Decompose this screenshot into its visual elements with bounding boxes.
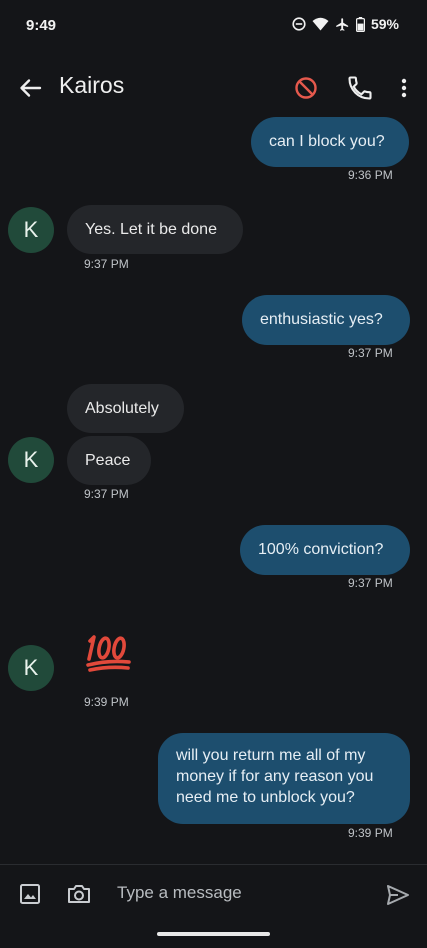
contact-name[interactable]: Kairos — [59, 72, 124, 99]
gallery-icon[interactable] — [18, 882, 42, 906]
status-bar: 9:49 59% — [0, 0, 427, 52]
message-timestamp: 9:37 PM — [348, 346, 393, 360]
incoming-message[interactable]: Yes. Let it be done — [67, 205, 243, 254]
outgoing-message[interactable]: will you return me all of my money if fo… — [158, 733, 410, 824]
messages-screen: 9:49 59% Kairos can I block you? 9:36 PM… — [0, 0, 427, 948]
incoming-message[interactable]: Peace — [67, 436, 151, 485]
message-timestamp: 9:39 PM — [348, 826, 393, 840]
message-timestamp: 9:37 PM — [84, 487, 129, 501]
status-time: 9:49 — [26, 17, 57, 34]
message-composer: Type a message — [0, 866, 427, 924]
more-options-icon[interactable] — [394, 74, 414, 102]
message-timestamp: 9:37 PM — [84, 257, 129, 271]
battery-icon — [355, 16, 365, 32]
home-indicator[interactable] — [157, 932, 270, 936]
send-icon[interactable] — [385, 882, 411, 908]
blocked-icon[interactable] — [292, 74, 320, 102]
wifi-icon — [312, 17, 329, 31]
contact-avatar[interactable]: K — [8, 207, 54, 253]
incoming-message[interactable]: Absolutely — [67, 384, 184, 433]
back-arrow-icon[interactable] — [16, 74, 44, 102]
do-not-disturb-icon — [292, 17, 306, 31]
composer-divider — [0, 864, 427, 865]
phone-call-icon[interactable] — [346, 74, 374, 102]
contact-avatar[interactable]: K — [8, 437, 54, 483]
message-timestamp: 9:37 PM — [348, 576, 393, 590]
contact-avatar[interactable]: K — [8, 645, 54, 691]
status-icons: 59% — [292, 16, 399, 32]
outgoing-message[interactable]: enthusiastic yes? — [242, 295, 410, 345]
airplane-icon — [336, 17, 349, 31]
camera-icon[interactable] — [66, 882, 92, 906]
message-input[interactable]: Type a message — [117, 883, 242, 903]
battery-percentage: 59% — [370, 16, 399, 32]
hundred-points-emoji-icon[interactable] — [84, 629, 134, 673]
outgoing-message[interactable]: can I block you? — [251, 117, 409, 167]
outgoing-message[interactable]: 100% conviction? — [240, 525, 410, 575]
message-timestamp: 9:39 PM — [84, 695, 129, 709]
conversation-header: Kairos — [0, 58, 427, 116]
message-timestamp: 9:36 PM — [348, 168, 393, 182]
